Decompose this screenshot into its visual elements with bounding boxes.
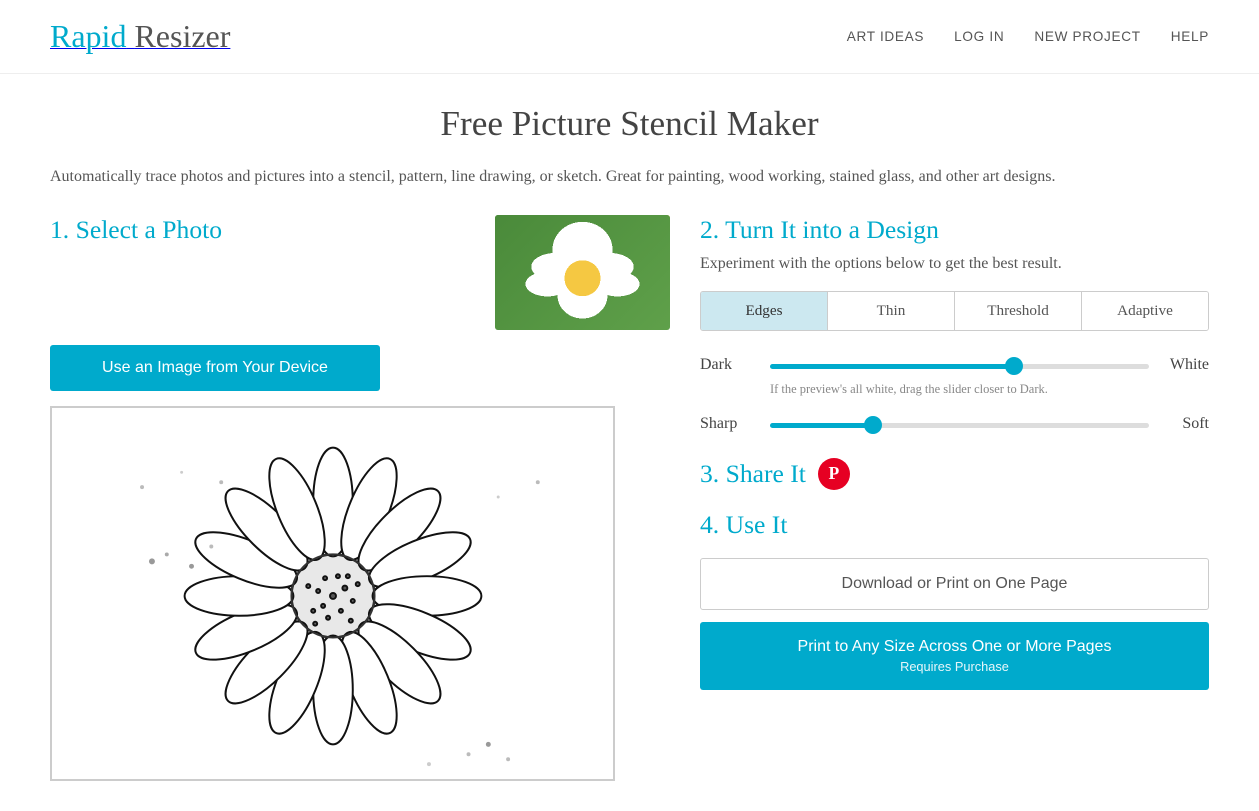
sharp-label: Sharp	[700, 415, 755, 433]
stencil-svg	[52, 408, 613, 779]
photo-thumbnail	[495, 215, 670, 330]
tab-threshold[interactable]: Threshold	[955, 292, 1082, 330]
print-btn-label: Print to Any Size Across One or More Pag…	[798, 638, 1112, 655]
step3-row: 3. Share It P	[700, 458, 1209, 490]
dark-slider-row: Dark White	[700, 356, 1209, 374]
navigation: Rapid Resizer ART IDEAS LOG IN NEW PROJE…	[0, 0, 1259, 74]
print-button[interactable]: Print to Any Size Across One or More Pag…	[700, 622, 1209, 690]
new-project-link[interactable]: NEW PROJECT	[1034, 29, 1140, 44]
step1-heading: 1. Select a Photo	[50, 215, 222, 245]
right-column: 2. Turn It into a Design Experiment with…	[700, 215, 1209, 690]
main-content: Free Picture Stencil Maker Automatically…	[0, 74, 1259, 811]
left-column: 1. Select a Photo Use an Image from Your…	[50, 215, 670, 781]
tab-edges[interactable]: Edges	[701, 292, 828, 330]
dark-slider-hint: If the preview's all white, drag the sli…	[770, 382, 1209, 397]
sharp-slider-container	[770, 415, 1149, 433]
stencil-canvas	[50, 406, 615, 781]
step1-header-row: 1. Select a Photo	[50, 215, 670, 330]
design-tabs: Edges Thin Threshold Adaptive	[700, 291, 1209, 331]
two-column-layout: 1. Select a Photo Use an Image from Your…	[50, 215, 1209, 781]
page-title: Free Picture Stencil Maker	[50, 104, 1209, 144]
pinterest-icon[interactable]: P	[818, 458, 850, 490]
dark-slider-container	[770, 356, 1149, 374]
sharp-slider[interactable]	[770, 423, 1149, 428]
tab-adaptive[interactable]: Adaptive	[1082, 292, 1208, 330]
sharp-slider-row: Sharp Soft	[700, 415, 1209, 433]
upload-button[interactable]: Use an Image from Your Device	[50, 345, 380, 391]
log-in-link[interactable]: LOG IN	[954, 29, 1004, 44]
page-description: Automatically trace photos and pictures …	[50, 164, 1200, 190]
tab-thin[interactable]: Thin	[828, 292, 955, 330]
download-button[interactable]: Download or Print on One Page	[700, 558, 1209, 610]
experiment-text: Experiment with the options below to get…	[700, 255, 1209, 273]
white-label: White	[1164, 356, 1209, 374]
step3-heading: 3. Share It	[700, 459, 806, 489]
step2-heading: 2. Turn It into a Design	[700, 215, 1209, 245]
help-link[interactable]: HELP	[1171, 29, 1209, 44]
soft-label: Soft	[1164, 415, 1209, 433]
step4-heading: 4. Use It	[700, 510, 1209, 540]
dark-label: Dark	[700, 356, 755, 374]
dark-slider[interactable]	[770, 364, 1149, 369]
print-btn-sub: Requires Purchase	[714, 658, 1195, 676]
art-ideas-link[interactable]: ART IDEAS	[847, 29, 924, 44]
nav-links: ART IDEAS LOG IN NEW PROJECT HELP	[847, 29, 1209, 44]
logo[interactable]: Rapid Resizer	[50, 18, 230, 55]
